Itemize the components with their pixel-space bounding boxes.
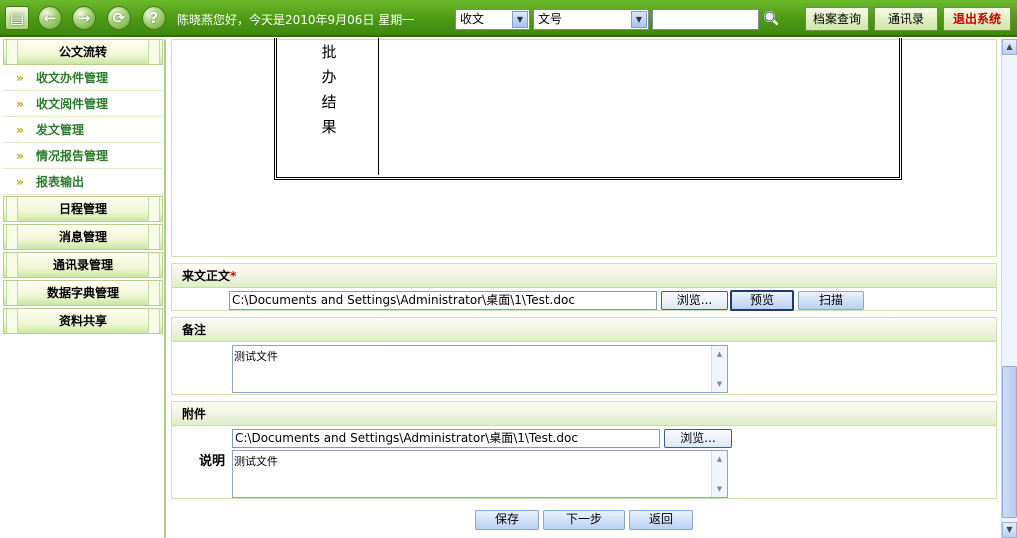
double-chevron-icon: » [16, 97, 24, 111]
scroll-up-icon[interactable]: ▲ [712, 452, 727, 466]
description-label: 说明 [199, 454, 226, 469]
description-textarea[interactable]: 测试文件 ▲ ▼ [232, 450, 728, 498]
sidebar-item-incoming-handle[interactable]: » 收文办件管理 [3, 65, 163, 91]
search-icon[interactable] [763, 10, 779, 26]
section-header: 来文正文* [172, 264, 996, 288]
incoming-file-path[interactable]: C:\Documents and Settings\Administrator\… [229, 291, 657, 310]
page-scrollbar[interactable]: ▲ ▼ [1001, 39, 1017, 538]
sidebar-section-contacts[interactable]: 通讯录管理 [3, 252, 163, 278]
scroll-up-icon[interactable]: ▲ [712, 347, 727, 361]
sidebar-item-label: 报表输出 [36, 175, 85, 189]
category-select-value: 收文 [460, 12, 485, 26]
sidebar-item-report[interactable]: » 情况报告管理 [3, 143, 163, 169]
top-toolbar: ▤ ← → ⟳ ? 陈晓燕您好，今天是2010年9月06日 星期一 收文 ▼ 文… [0, 0, 1017, 37]
sidebar-item-export[interactable]: » 报表输出 [3, 169, 163, 195]
chevron-down-icon[interactable]: ▼ [512, 11, 528, 28]
sidebar-item-label: 情况报告管理 [36, 149, 109, 163]
sidebar: 公文流转 » 收文办件管理 » 收文阅件管理 » 发文管理 » 情况报告管理 » 报表输出… [0, 39, 166, 538]
textarea-scrollbar[interactable]: ▲ ▼ [711, 346, 727, 392]
logout-button[interactable]: 退出系统 [943, 7, 1011, 31]
back-icon[interactable]: ← [38, 6, 62, 30]
description-text: 测试文件 [234, 455, 278, 468]
next-step-button[interactable]: 下一步 [543, 510, 625, 530]
incoming-doc-section: 来文正文* C:\Documents and Settings\Administ… [171, 263, 997, 311]
scrollbar-thumb[interactable] [1002, 366, 1017, 518]
incoming-doc-title: 来文正文 [182, 269, 231, 283]
section-header: 备注 [172, 318, 996, 342]
approval-result-label: 批 办 结 果 [319, 40, 339, 140]
sidebar-section-messages[interactable]: 消息管理 [3, 224, 163, 250]
main-content: 批 办 结 果 来文正文* C:\Documents and Settings\… [168, 38, 1000, 538]
field-select-value: 文号 [538, 12, 563, 26]
contacts-button[interactable]: 通讯录 [874, 7, 938, 31]
attachment-section: 附件 C:\Documents and Settings\Administrat… [171, 401, 997, 499]
attachment-browse-button[interactable]: 浏览... [664, 429, 732, 448]
sidebar-item-incoming-read[interactable]: » 收文阅件管理 [3, 91, 163, 117]
sidebar-item-label: 收文办件管理 [36, 71, 109, 85]
preview-button[interactable]: 预览 [730, 290, 794, 311]
scroll-down-icon[interactable]: ▼ [712, 482, 727, 496]
section-header: 附件 [172, 402, 996, 426]
sidebar-section-doc-flow[interactable]: 公文流转 [3, 39, 163, 65]
scroll-up-icon[interactable]: ▲ [1002, 39, 1017, 55]
sidebar-section-schedule[interactable]: 日程管理 [3, 196, 163, 222]
browse-button[interactable]: 浏览... [661, 291, 728, 310]
document-preview-panel: 批 办 结 果 [171, 38, 997, 257]
double-chevron-icon: » [16, 71, 24, 85]
search-input[interactable] [652, 9, 759, 30]
scroll-down-icon[interactable]: ▼ [712, 377, 727, 391]
sidebar-item-label: 发文管理 [36, 123, 85, 137]
chevron-down-icon[interactable]: ▼ [631, 11, 647, 28]
category-select[interactable]: 收文 ▼ [455, 9, 530, 30]
scan-button[interactable]: 扫描 [798, 291, 864, 310]
result-char: 结 [321, 93, 337, 111]
forward-icon[interactable]: → [72, 6, 96, 30]
remark-textarea[interactable]: 测试文件 ▲ ▼ [232, 345, 728, 393]
double-chevron-icon: » [16, 149, 24, 163]
double-chevron-icon: » [16, 123, 24, 137]
remark-text: 测试文件 [234, 350, 278, 363]
sidebar-item-label: 收文阅件管理 [36, 97, 109, 111]
result-char: 果 [321, 118, 337, 136]
result-char: 办 [321, 68, 337, 86]
back-button[interactable]: 返回 [629, 510, 693, 530]
required-mark: * [230, 269, 237, 283]
sidebar-item-outgoing[interactable]: » 发文管理 [3, 117, 163, 143]
attachment-file-path[interactable]: C:\Documents and Settings\Administrator\… [232, 429, 660, 448]
scroll-down-icon[interactable]: ▼ [1002, 522, 1017, 538]
remark-section: 备注 测试文件 ▲ ▼ [171, 317, 997, 395]
greeting-text: 陈晓燕您好，今天是2010年9月06日 星期一 [177, 13, 415, 27]
result-char: 批 [321, 43, 337, 61]
approval-table: 批 办 结 果 [274, 38, 902, 180]
help-icon[interactable]: ? [142, 6, 166, 30]
sidebar-section-sharing[interactable]: 资料共享 [3, 308, 163, 334]
field-select[interactable]: 文号 ▼ [533, 9, 649, 30]
document-icon[interactable]: ▤ [5, 6, 29, 30]
refresh-icon[interactable]: ⟳ [107, 6, 131, 30]
textarea-scrollbar[interactable]: ▲ ▼ [711, 451, 727, 497]
sidebar-section-dictionary[interactable]: 数据字典管理 [3, 280, 163, 306]
save-button[interactable]: 保存 [475, 510, 539, 530]
archive-search-button[interactable]: 档案查询 [805, 7, 869, 31]
table-divider [378, 38, 379, 175]
double-chevron-icon: » [16, 175, 24, 189]
